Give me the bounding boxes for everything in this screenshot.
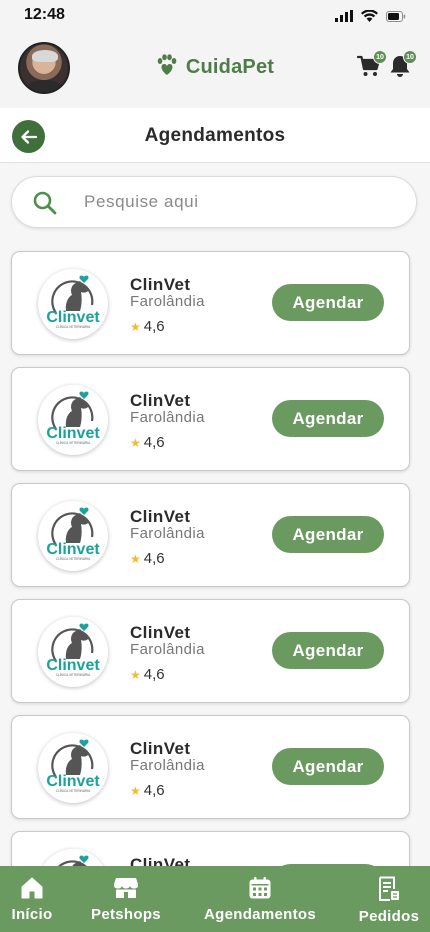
schedule-button[interactable]: Agendar bbox=[272, 748, 384, 785]
clinic-card[interactable]: Clinvet CLÍNICA VETERINÁRIA ClinVet Faro… bbox=[11, 715, 410, 819]
search-bar bbox=[11, 176, 417, 228]
svg-text:Clinvet: Clinvet bbox=[46, 425, 100, 442]
svg-text:CLÍNICA VETERINÁRIA: CLÍNICA VETERINÁRIA bbox=[56, 325, 91, 329]
status-icons bbox=[335, 9, 406, 27]
schedule-button[interactable]: Agendar bbox=[272, 284, 384, 321]
svg-text:CLÍNICA VETERINÁRIA: CLÍNICA VETERINÁRIA bbox=[56, 673, 91, 677]
star-icon: ★ bbox=[130, 783, 141, 798]
rating-value: 4,6 bbox=[143, 318, 165, 335]
status-bar: 12:48 bbox=[0, 0, 430, 32]
notification-badge: 10 bbox=[403, 50, 417, 64]
brand-name: CuidaPet bbox=[185, 56, 275, 78]
clinic-logo: Clinvet CLÍNICA VETERINÁRIA bbox=[38, 385, 108, 455]
clinic-location: Farolândia bbox=[130, 409, 205, 426]
rating-value: 4,6 bbox=[143, 434, 165, 451]
calendar-icon bbox=[249, 877, 271, 899]
svg-text:Clinvet: Clinvet bbox=[46, 657, 100, 674]
clinic-rating: ★ 4,6 bbox=[130, 666, 165, 683]
clinic-name: ClinVet bbox=[130, 623, 191, 642]
nav-label-petshops: Petshops bbox=[91, 906, 161, 923]
nav-item-petshops[interactable]: Petshops bbox=[90, 866, 162, 932]
star-icon: ★ bbox=[130, 435, 141, 450]
clinic-card[interactable]: Clinvet CLÍNICA VETERINÁRIA ClinVet Faro… bbox=[11, 483, 410, 587]
svg-text:CLÍNICA VETERINÁRIA: CLÍNICA VETERINÁRIA bbox=[56, 557, 91, 561]
svg-text:Clinvet: Clinvet bbox=[46, 309, 100, 326]
clinic-logo: Clinvet CLÍNICA VETERINÁRIA bbox=[38, 617, 108, 687]
schedule-button[interactable]: Agendar bbox=[272, 516, 384, 553]
clinic-location: Farolândia bbox=[130, 525, 205, 542]
clinic-list: Clinvet CLÍNICA VETERINÁRIA ClinVet Faro… bbox=[0, 238, 430, 866]
signal-icon bbox=[335, 9, 353, 27]
rating-value: 4,6 bbox=[143, 782, 165, 799]
star-icon: ★ bbox=[130, 319, 141, 334]
battery-icon bbox=[386, 9, 406, 27]
nav-item-appointments[interactable]: Agendamentos bbox=[201, 866, 319, 932]
page-title: Agendamentos bbox=[144, 125, 286, 146]
svg-text:Clinvet: Clinvet bbox=[46, 773, 100, 790]
nav-label-appointments: Agendamentos bbox=[204, 906, 316, 923]
clinic-rating: ★ 4,6 bbox=[130, 550, 165, 567]
wifi-icon bbox=[361, 9, 378, 27]
clinic-location: Farolândia bbox=[130, 293, 205, 310]
clinic-logo: Clinvet CLÍNICA VETERINÁRIA bbox=[38, 269, 108, 339]
svg-text:CLÍNICA VETERINÁRIA: CLÍNICA VETERINÁRIA bbox=[56, 789, 91, 793]
svg-text:CLÍNICA VETERINÁRIA: CLÍNICA VETERINÁRIA bbox=[56, 441, 91, 445]
cart-badge: 10 bbox=[373, 50, 387, 64]
schedule-button[interactable]: Agendar bbox=[272, 400, 384, 437]
rating-value: 4,6 bbox=[143, 550, 165, 567]
clinic-name: ClinVet bbox=[130, 275, 191, 294]
clinic-card[interactable]: Clinvet CLÍNICA VETERINÁRIA ClinVet Faro… bbox=[11, 367, 410, 471]
clinic-name: ClinVet bbox=[130, 739, 191, 758]
paw-heart-icon bbox=[156, 54, 178, 81]
title-bar: Agendamentos bbox=[0, 108, 430, 163]
clinic-rating: ★ 4,6 bbox=[130, 434, 165, 451]
status-time: 12:48 bbox=[24, 6, 65, 23]
clinic-rating: ★ 4,6 bbox=[130, 782, 165, 799]
nav-label-orders: Pedidos bbox=[358, 908, 420, 925]
clinic-logo: Clinvet CLÍNICA VETERINÁRIA bbox=[38, 501, 108, 571]
notifications-button[interactable]: 10 bbox=[389, 50, 417, 83]
receipt-icon bbox=[379, 876, 399, 901]
clinic-location: Farolândia bbox=[130, 641, 205, 658]
search-icon[interactable] bbox=[32, 190, 58, 221]
star-icon: ★ bbox=[130, 667, 141, 682]
clinic-logo: Clinvet CLÍNICA VETERINÁRIA bbox=[38, 733, 108, 803]
svg-text:Clinvet: Clinvet bbox=[46, 541, 100, 558]
home-icon bbox=[21, 877, 43, 899]
search-input[interactable] bbox=[84, 187, 384, 217]
clinic-card[interactable]: Clinvet CLÍNICA VETERINÁRIA ClinVet Faro… bbox=[11, 831, 410, 866]
clinic-card[interactable]: Clinvet CLÍNICA VETERINÁRIA ClinVet Faro… bbox=[11, 251, 410, 355]
star-icon: ★ bbox=[130, 551, 141, 566]
clinic-name: ClinVet bbox=[130, 507, 191, 526]
clinic-card[interactable]: Clinvet CLÍNICA VETERINÁRIA ClinVet Faro… bbox=[11, 599, 410, 703]
clinic-logo: Clinvet CLÍNICA VETERINÁRIA bbox=[38, 849, 108, 866]
store-icon bbox=[114, 878, 138, 898]
schedule-button[interactable]: Agendar bbox=[272, 632, 384, 669]
nav-label-home: Início bbox=[11, 906, 53, 923]
bottom-nav: Início Petshops Agendamentos Pedidos bbox=[0, 866, 430, 932]
top-header: CuidaPet 10 10 bbox=[0, 32, 430, 108]
cart-button[interactable]: 10 bbox=[356, 50, 387, 83]
clinic-name: ClinVet bbox=[130, 855, 191, 866]
clinic-rating: ★ 4,6 bbox=[130, 318, 165, 335]
clinic-location: Farolândia bbox=[130, 757, 205, 774]
nav-item-orders[interactable]: Pedidos bbox=[358, 866, 420, 932]
nav-item-home[interactable]: Início bbox=[10, 866, 54, 932]
clinic-name: ClinVet bbox=[130, 391, 191, 410]
rating-value: 4,6 bbox=[143, 666, 165, 683]
